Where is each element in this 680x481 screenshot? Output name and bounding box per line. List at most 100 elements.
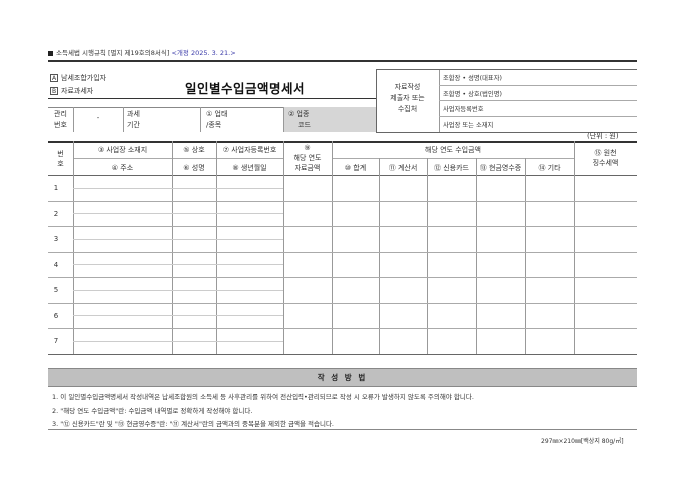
submitter-line-1 [439,85,637,86]
col-line-7 [476,158,477,354]
field-representative[interactable]: 조합장 • 성명(대표자) [443,73,502,82]
col-withholding-tax: ⑮ 원천 징수세액 [574,148,637,168]
col-line-8 [525,158,526,354]
col-credit-card: ⑫ 신용카드 [434,164,469,172]
field-company-name[interactable]: 조합명 • 상호(법인명) [443,89,502,98]
row-number: 3 [53,235,59,243]
row-number: 1 [53,184,59,192]
col-other: ⑭ 기타 [538,164,561,172]
col-withholding-tax-1: ⑮ 원천 [594,149,617,157]
instructions-bottom-line [48,429,637,430]
col-invoice: ⑪ 계산서 [388,164,418,172]
mgmt-no-field[interactable]: - [73,114,123,122]
row-line-5 [48,303,637,304]
checkbox-a-row[interactable]: A 남세조합가입자 [50,73,106,83]
submitter-label-3: 수집처 [397,105,418,113]
submitter-top-line [376,69,637,70]
mgmt-no-label-1: 관리 [54,110,67,118]
col-data-amount-1: ⑨ [304,144,311,152]
col-data-amount: ⑨ 해당 연도 자료금액 [283,143,332,173]
instructions-title: 작 성 방 법 [317,373,368,382]
table-top-border [48,141,637,143]
revision-date: <개정 2025. 3. 21.> [171,49,236,57]
submitter-line-2 [439,100,637,101]
row-6-split [73,315,283,316]
col-cash-receipt: ⑬ 현금영수증 [479,164,522,172]
submitter-line-3 [439,116,637,117]
field-business-address[interactable]: 사업장 또는 소재지 [443,120,493,129]
checkbox-a[interactable]: A [50,74,58,82]
row-line-2 [48,226,637,227]
checkbox-a-label: 남세조합가입자 [61,74,107,82]
checkbox-b-row[interactable]: B 자료과세자 [50,86,93,96]
form-title: 일인별수입금액명세서 [185,81,306,96]
instruction-item: 3. "⑫ 신용카드"란 및 "⑬ 현금영수증"란: "⑪ 계산서"란의 금액과… [52,420,334,428]
col-income-header: 해당 연도 수입금액 [425,146,481,154]
header-split-left [73,158,283,159]
meta-div-2 [123,107,124,132]
business-type-label-1: ① 업태 [206,110,228,118]
field-business-reg-no[interactable]: 사업자등록번호 [443,104,484,113]
col-business-address: ③ 사업장 소재지 [97,146,148,154]
row-5-split [73,290,283,291]
col-no: 번 호 [48,149,73,169]
row-line-3 [48,252,637,253]
row-number: 4 [53,261,59,269]
industry-code-label-2: 코드 [298,121,311,129]
mgmt-no-label: 관리 번호 [48,109,73,131]
tax-period-label: 과세 기간 [127,109,140,131]
col-name: ⑥ 성명 [183,164,205,172]
instruction-item: 2. "해당 연도 수입금액"란: 수입금액 내역별로 정확하게 작성해야 합니… [52,407,253,415]
row-number: 7 [53,337,59,345]
col-data-amount-2: 해당 연도 [293,154,322,162]
col-withholding-tax-2: 징수세액 [592,159,619,167]
col-reg-no: ⑦ 사업자등록번호 [222,146,277,154]
row-number: 5 [53,286,59,294]
row-4-split [73,264,283,265]
header-split-right [332,158,574,159]
col-no-2: 호 [57,160,64,168]
col-no-1: 번 [57,150,64,158]
col-line-5 [379,158,380,354]
row-3-split [73,239,283,240]
col-address: ④ 주소 [111,164,134,172]
row-number: 6 [53,312,59,320]
tax-period-label-1: 과세 [127,110,140,118]
col-data-amount-3: 자료금액 [294,164,321,172]
instruction-item: 1. 이 일인별수입금액명세서 작성내역은 납세조합원의 소득세 등 사후관리를… [52,393,474,401]
bullet-square-icon [48,50,53,56]
top-border [48,60,637,62]
form-law-note: 소득세법 시행규칙 [별지 제19호의8서식] <개정 2025. 3. 21.… [48,47,236,57]
row-1-split [73,188,283,189]
col-line-9 [574,141,575,354]
row-7-split [73,341,283,342]
header-bottom-line [48,175,637,176]
business-type-label-2: /종목 [206,121,222,129]
checkbox-b[interactable]: B [50,87,58,95]
row-2-split [73,213,283,214]
submitter-label-1: 자료작성 [394,83,421,91]
tax-period-label-2: 기간 [127,121,140,129]
row-number: 2 [53,210,59,218]
col-trade-name: ⑤ 상호 [183,146,205,154]
col-total: ⑩ 합계 [344,164,367,172]
business-type-label: ① 업태 /종목 [206,109,227,131]
checkbox-b-label: 자료과세자 [61,87,94,95]
industry-code-label-1: ② 업종 [288,110,310,118]
law-reference: 소득세법 시행규칙 [별지 제19호의8서식] [56,49,170,57]
row-line-6 [48,328,637,329]
paper-size-note: 297㎜×210㎜[백상지 80g/㎡] [541,438,624,445]
unit-label: (단위 : 원) [587,132,619,140]
row-line-4 [48,277,637,278]
col-line-6 [427,158,428,354]
meta-div-4 [283,107,284,132]
submitter-label: 자료작성 제출자 또는 수집처 [376,82,439,115]
submitter-label-2: 제출자 또는 [390,94,425,102]
row-line-1 [48,201,637,202]
table-bottom-line [48,354,637,355]
meta-div-3 [200,107,201,132]
col-birthdate: ⑧ 생년월일 [232,164,267,172]
industry-code-label: ② 업종 코드 [288,109,311,131]
title-underline [48,98,376,99]
mgmt-no-label-2: 번호 [54,121,67,129]
